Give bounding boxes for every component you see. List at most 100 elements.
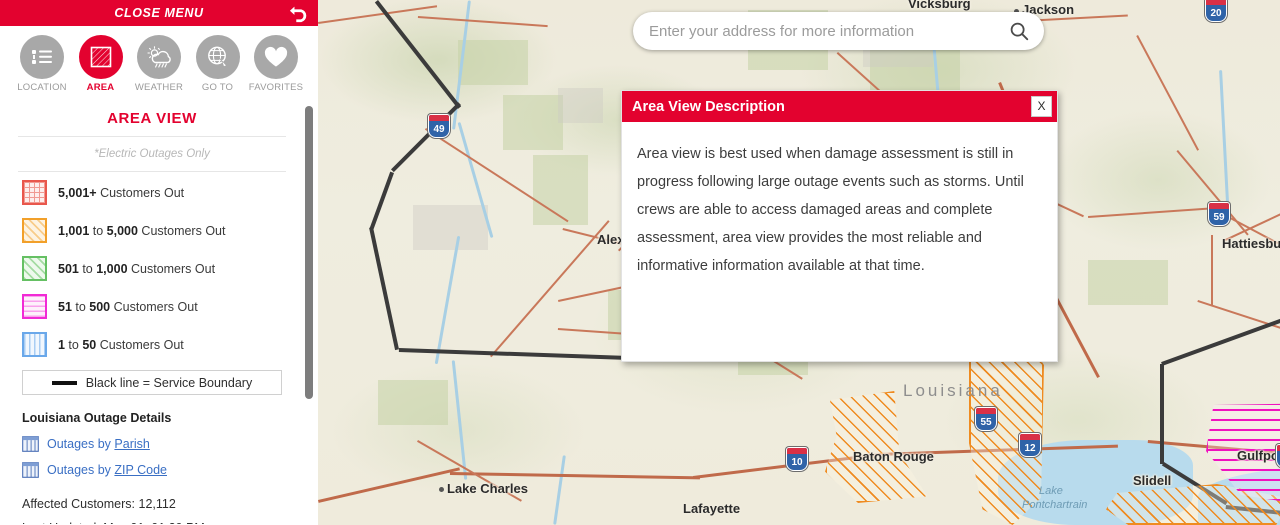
legend-mid: to <box>64 337 83 352</box>
sidebar-item-favorites[interactable]: FAVORITES <box>248 35 304 93</box>
legend-item: 5,001+ Customers Out <box>22 180 304 205</box>
interstate-shield-59: 59 <box>1208 202 1230 226</box>
panel-title: AREA VIEW <box>107 110 197 127</box>
dialog-header: Area View Description X <box>622 91 1057 122</box>
map-urban-patch <box>413 205 488 250</box>
dialog-title: Area View Description <box>632 98 785 115</box>
map-city-label-hattiesburg: Hattiesburg <box>1222 236 1280 251</box>
map-city-label-vicksburg: Vicksburg <box>908 0 971 11</box>
nav-circle <box>195 35 240 79</box>
sidebar-item-label: FAVORITES <box>248 82 304 93</box>
legend-label: 51 to 500 Customers Out <box>58 300 198 314</box>
sidebar-item-weather[interactable]: WEATHER <box>133 35 185 93</box>
shield-number: 20 <box>1210 8 1222 19</box>
legend-label: 1 to 50 Customers Out <box>58 338 184 352</box>
sidebar-scrollbar-thumb[interactable] <box>305 106 313 399</box>
outages-by-parish-link[interactable]: Outages by Parish <box>0 431 304 457</box>
map-city-label-baton-rouge: Baton Rouge <box>853 449 934 464</box>
black-line-icon <box>51 380 77 385</box>
map-city-label-lafayette: Lafayette <box>683 501 741 516</box>
legend-swatch-1-50 <box>22 332 47 357</box>
map-city-dot <box>439 487 444 492</box>
close-menu-bar[interactable]: CLOSE MENU <box>0 0 318 26</box>
legend-bold-1: 5,001+ <box>58 185 97 200</box>
address-search-bar[interactable] <box>633 12 1044 50</box>
legend-swatch-1001-5000 <box>22 218 47 243</box>
dialog-body-text: Area view is best used when damage asses… <box>637 146 1024 274</box>
service-boundary-legend: Black line = Service Boundary <box>22 370 282 395</box>
link-anchor[interactable]: ZIP Code <box>114 463 167 477</box>
legend-tail: Customers Out <box>137 223 226 238</box>
map-road <box>1211 235 1213 305</box>
map-water-label: Lake <box>1039 485 1063 497</box>
nav-circle <box>20 35 64 79</box>
legend-mid: to <box>78 261 97 276</box>
search-input[interactable] <box>649 22 1008 40</box>
link-text[interactable]: Outages by Parish <box>47 437 150 451</box>
sidebar-item-label: LOCATION <box>17 82 67 93</box>
interstate-shield-20: 20 <box>1205 0 1227 22</box>
back-arrow-icon[interactable] <box>288 3 310 23</box>
globe-search-icon <box>207 46 227 67</box>
legend-item: 51 to 500 Customers Out <box>22 294 304 319</box>
interstate-shield-12: 12 <box>1019 433 1041 457</box>
map-urban-patch <box>558 88 603 123</box>
legend-mid: to <box>71 299 90 314</box>
legend-label: 1,001 to 5,000 Customers Out <box>58 224 225 238</box>
sidebar-item-label: AREA <box>86 82 115 93</box>
legend-label: 5,001+ Customers Out <box>58 186 184 200</box>
sidebar-item-location[interactable]: LOCATION <box>16 35 68 93</box>
close-icon[interactable]: X <box>1031 96 1052 117</box>
legend-bold-1: 501 <box>58 261 79 276</box>
shield-number: 59 <box>1213 212 1225 223</box>
search-icon[interactable] <box>1008 20 1030 42</box>
link-text[interactable]: Outages by ZIP Code <box>47 463 167 477</box>
sidebar-panel: CLOSE MENU LOCATION AREA WEATHER GO TO F… <box>0 0 318 525</box>
interstate-shield-49: 49 <box>428 114 450 138</box>
outage-map-app: Louisiana Vicksburg Jackson Hattiesburg … <box>0 0 1280 525</box>
outages-by-zip-code-link[interactable]: Outages by ZIP Code <box>0 457 304 483</box>
legend-swatch-51-500 <box>22 294 47 319</box>
sidebar-scrollbar-track[interactable] <box>303 99 315 524</box>
map-city-label-gulfport: Gulfport <box>1237 448 1280 463</box>
map-water-label: Pontchartrain <box>1022 499 1088 511</box>
area-view-description-dialog: Area View Description X Area view is bes… <box>621 90 1058 362</box>
map-landcover-patch <box>503 95 563 150</box>
legend-bold-1: 1,001 <box>58 223 90 238</box>
nav-circle <box>254 35 298 79</box>
legend-swatch-5001-plus <box>22 180 47 205</box>
sidebar-content-panel: AREA VIEW *Electric Outages Only 5,001+ … <box>0 99 318 524</box>
affected-customers-text: Affected Customers: 12,112 <box>22 497 176 511</box>
shield-number: 49 <box>433 124 445 135</box>
map-landcover-patch <box>1088 260 1168 305</box>
sidebar-scroll-content: AREA VIEW *Electric Outages Only 5,001+ … <box>0 99 304 524</box>
legend-tail: Customers Out <box>96 185 185 200</box>
boundary-label: Black line = Service Boundary <box>85 375 253 390</box>
table-icon <box>22 436 39 452</box>
legend-mid: to <box>89 223 107 238</box>
sidebar-item-go-to[interactable]: GO TO <box>192 35 244 93</box>
link-anchor[interactable]: Parish <box>114 437 149 451</box>
outage-legend: 5,001+ Customers Out 1,001 to 5,000 Cust… <box>0 172 304 357</box>
service-boundary-line <box>1160 364 1164 464</box>
table-icon <box>22 462 39 478</box>
sidebar-nav: LOCATION AREA WEATHER GO TO FAVORITES <box>0 26 318 99</box>
area-square-icon <box>90 46 111 68</box>
list-icon <box>32 50 52 64</box>
legend-tail: Customers Out <box>110 299 198 314</box>
weather-cloud-rain-icon <box>147 46 171 68</box>
legend-bold-2: 5,000 <box>106 223 138 238</box>
electric-outages-note: *Electric Outages Only <box>94 148 210 160</box>
interstate-shield-55: 55 <box>975 407 997 431</box>
legend-item: 1 to 50 Customers Out <box>22 332 304 357</box>
sidebar-item-area[interactable]: AREA <box>75 35 127 93</box>
shield-number: 55 <box>980 417 992 428</box>
nav-circle <box>137 35 181 79</box>
legend-item: 501 to 1,000 Customers Out <box>22 256 304 281</box>
legend-tail: Customers Out <box>96 337 184 352</box>
map-landcover-patch <box>458 40 528 85</box>
legend-bold-2: 500 <box>89 299 111 314</box>
heart-icon <box>264 46 288 67</box>
interstate-shield-10-east: 10 <box>1276 444 1280 468</box>
map-city-label-slidell: Slidell <box>1133 473 1172 488</box>
